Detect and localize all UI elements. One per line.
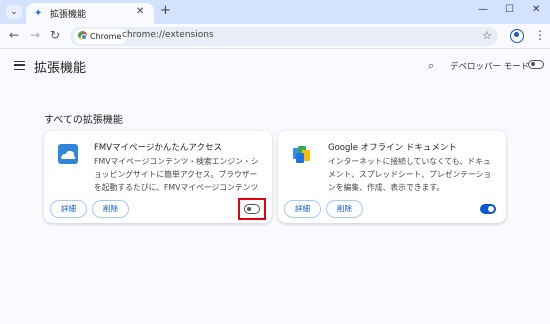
cloud-icon <box>58 144 78 164</box>
puzzle-icon: ✦ <box>34 8 43 19</box>
close-window-icon[interactable]: ✕ <box>532 4 540 15</box>
reload-icon[interactable]: ↻ <box>50 28 60 42</box>
extension-enable-toggle[interactable] <box>480 204 496 214</box>
site-chip[interactable]: Chrome <box>74 29 128 44</box>
extension-description: インターネットに接続していなくても、ドキュメント、スプレッドシート、プレゼンテー… <box>328 157 492 192</box>
details-button[interactable]: 詳細 <box>284 200 321 218</box>
chrome-logo-icon <box>78 31 87 40</box>
highlight-box <box>238 198 266 220</box>
extension-description: FMVマイページコンテンツ・検索エンジン・ショッピングサイトに簡単アクセス。ブラ… <box>94 157 259 192</box>
extension-card-fmv: FMVマイページかんたんアクセス FMVマイページコンテンツ・検索エンジン・ショ… <box>44 131 272 223</box>
forward-icon[interactable]: → <box>30 28 40 42</box>
minimize-icon[interactable]: — <box>478 4 488 15</box>
more-menu-icon[interactable]: ⋮ <box>534 28 546 42</box>
address-bar[interactable]: Chrome chrome://extensions ☆ <box>70 27 498 46</box>
bookmark-star-icon[interactable]: ☆ <box>482 29 492 42</box>
remove-button[interactable]: 削除 <box>92 200 129 218</box>
tab-close-icon[interactable]: ✕ <box>136 6 144 17</box>
new-tab-button[interactable]: + <box>160 3 171 18</box>
dev-mode-label: デベロッパー モード <box>450 62 530 72</box>
back-icon[interactable]: ← <box>9 28 19 42</box>
hamburger-menu-icon[interactable] <box>14 61 25 70</box>
browser-toolbar: ← → ↻ Chrome chrome://extensions ☆ ⋮ <box>0 24 550 49</box>
url-text: chrome://extensions <box>122 30 214 40</box>
details-button[interactable]: 詳細 <box>50 200 87 218</box>
extension-name: FMVマイページかんたんアクセス <box>94 143 222 153</box>
dev-mode-toggle[interactable] <box>528 60 544 69</box>
extension-card-google-docs-offline: Google オフライン ドキュメント インターネットに接続していなくても、ドキ… <box>278 131 506 223</box>
search-icon[interactable]: ⌕ <box>428 59 434 73</box>
docs-offline-icon <box>293 146 310 163</box>
tab-extensions[interactable]: ✦ 拡張機能 ✕ <box>26 3 154 24</box>
profile-icon[interactable] <box>510 29 524 43</box>
maximize-icon[interactable]: ☐ <box>505 4 514 15</box>
tab-strip: ⌄ ✦ 拡張機能 ✕ + — ☐ ✕ <box>0 0 550 24</box>
extension-name: Google オフライン ドキュメント <box>328 143 457 153</box>
extensions-page: 拡張機能 ⌕ デベロッパー モード すべての拡張機能 FMVマイページかんたんア… <box>0 49 550 324</box>
tab-search-button[interactable]: ⌄ <box>6 5 22 19</box>
page-title: 拡張機能 <box>34 61 87 76</box>
section-title: すべての拡張機能 <box>44 115 123 126</box>
tab-title: 拡張機能 <box>50 10 87 20</box>
remove-button[interactable]: 削除 <box>326 200 363 218</box>
